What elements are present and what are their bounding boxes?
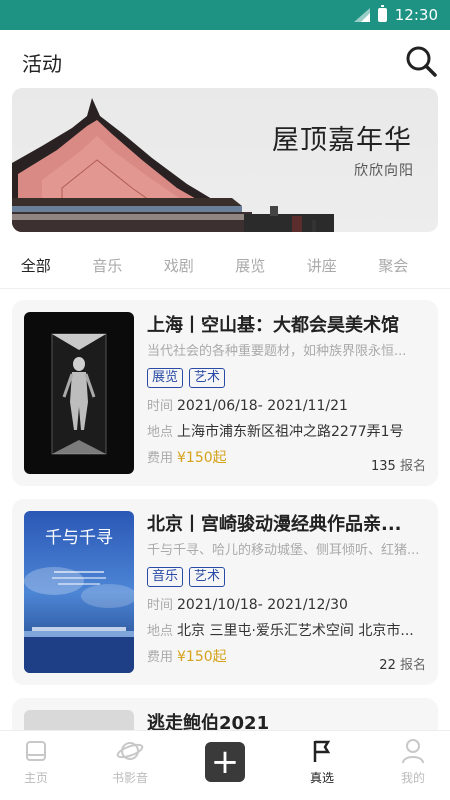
event-tag[interactable]: 音乐 <box>147 567 184 587</box>
tab-all[interactable]: 全部 <box>0 246 72 286</box>
nav-featured-label: 真选 <box>309 771 334 785</box>
event-tag[interactable]: 艺术 <box>189 368 226 388</box>
nav-books[interactable]: 书影音 <box>90 737 170 786</box>
tabs-divider <box>0 288 450 289</box>
nav-home[interactable]: 主页 <box>0 737 76 786</box>
tab-party[interactable]: 聚会 <box>358 246 430 286</box>
signup-count: 22 报名 <box>379 654 426 673</box>
signup-unit: 报名 <box>399 658 426 673</box>
nav-mine-label: 我的 <box>400 771 425 785</box>
event-fee: ¥150起 <box>177 450 227 466</box>
bottom-nav: 主页 书影音 + 真选 我的 <box>0 730 450 800</box>
event-fee: ¥150起 <box>177 649 227 665</box>
category-tabs: 全部 音乐 戏剧 展览 讲座 聚会 <box>0 246 450 286</box>
signup-unit: 报名 <box>399 459 426 474</box>
page-title: 活动 <box>22 52 62 76</box>
banner-title: 屋顶嘉年华 <box>272 125 412 156</box>
poster-title: 千与千寻 <box>45 528 113 548</box>
tab-lecture[interactable]: 讲座 <box>286 246 358 286</box>
header: 活动 <box>0 30 450 88</box>
status-bar: 12:30 <box>0 0 450 30</box>
event-time: 2021/06/18- 2021/11/21 <box>177 398 348 414</box>
nav-books-label: 书影音 <box>111 771 148 785</box>
nav-mine[interactable]: 我的 <box>373 737 450 786</box>
time-label: 时间 <box>147 598 174 613</box>
location-label: 地点 <box>147 624 174 639</box>
event-description: 当代社会的各种重要题材，如种族界限永恒... <box>147 344 407 359</box>
event-card[interactable]: 千与千寻 北京丨宫崎骏动漫经典作品亲... 千与千寻、哈儿的移动城堡、侧耳倾听、… <box>12 499 438 685</box>
event-location: 上海市浦东新区祖冲之路2277弄1号 <box>177 424 404 440</box>
fee-label: 费用 <box>147 451 174 466</box>
status-time: 12:30 <box>394 6 438 24</box>
time-label: 时间 <box>147 399 174 414</box>
signup-count: 135 报名 <box>371 455 426 474</box>
event-tag[interactable]: 展览 <box>147 368 184 388</box>
event-description: 千与千寻、哈儿的移动城堡、侧耳倾听、红猪... <box>147 543 420 558</box>
event-image: 千与千寻 <box>24 511 134 673</box>
signal-icon <box>353 8 370 22</box>
event-tag[interactable]: 艺术 <box>189 567 226 587</box>
flag-icon <box>313 740 331 762</box>
home-icon <box>26 741 46 761</box>
event-title: 北京丨宫崎骏动漫经典作品亲... <box>147 514 402 535</box>
add-button[interactable]: + <box>205 742 245 782</box>
search-icon[interactable] <box>404 44 438 78</box>
planet-icon <box>116 742 144 760</box>
tab-drama[interactable]: 戏剧 <box>143 246 215 286</box>
banner-subtitle: 欣欣向阳 <box>354 163 414 179</box>
battery-icon <box>377 5 387 22</box>
event-title: 上海丨空山基：大都会昊美术馆 <box>147 315 399 336</box>
tab-music[interactable]: 音乐 <box>72 246 144 286</box>
nav-featured[interactable]: 真选 <box>282 737 362 786</box>
event-location: 北京 三里屯·爱乐汇艺术空间 北京市... <box>177 623 414 639</box>
fee-label: 费用 <box>147 650 174 665</box>
nav-home-label: 主页 <box>23 771 48 785</box>
tab-exhibition[interactable]: 展览 <box>215 246 287 286</box>
event-card[interactable]: 上海丨空山基：大都会昊美术馆 当代社会的各种重要题材，如种族界限永恒... 展览… <box>12 300 438 486</box>
event-time: 2021/10/18- 2021/12/30 <box>177 597 348 613</box>
signup-number: 22 <box>379 658 396 673</box>
signup-number: 135 <box>371 459 396 474</box>
person-icon <box>402 739 424 764</box>
event-image <box>24 312 134 474</box>
featured-banner[interactable]: 屋顶嘉年华 欣欣向阳 <box>12 88 438 232</box>
location-label: 地点 <box>147 425 174 440</box>
